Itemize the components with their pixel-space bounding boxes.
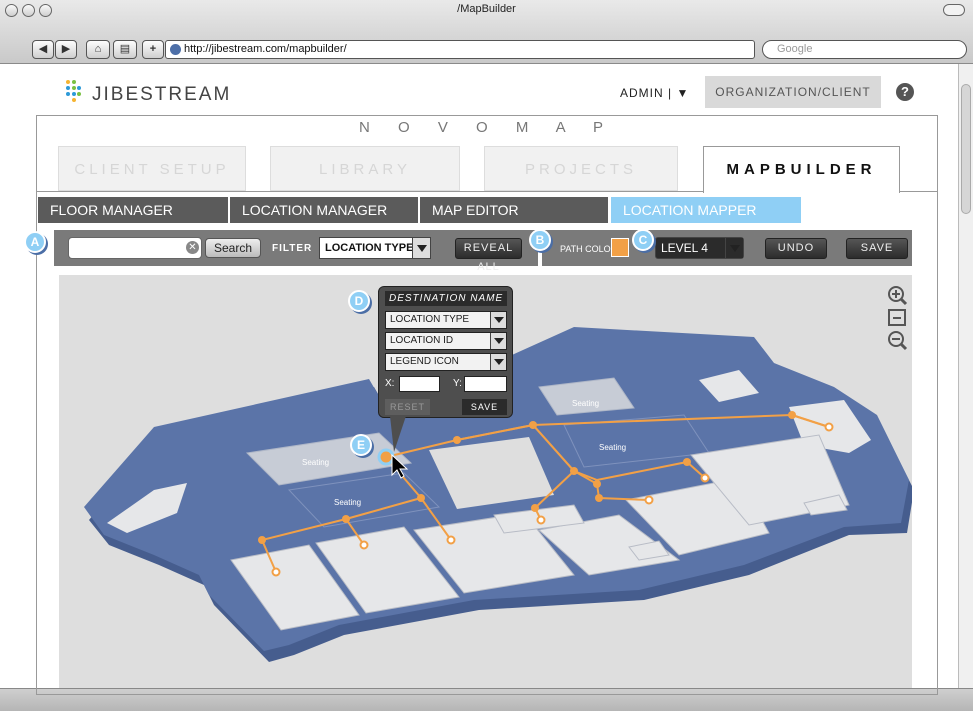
browser-search-field[interactable]: Google	[762, 40, 967, 59]
help-icon[interactable]: ?	[896, 83, 914, 101]
vertical-scrollbar[interactable]	[958, 64, 973, 688]
callout-marker-a: A	[24, 231, 46, 253]
chevron-down-icon	[490, 354, 506, 370]
tab-projects[interactable]: PROJECTS	[484, 146, 678, 191]
home-icon[interactable]: ⌂	[86, 40, 110, 59]
tab-mapbuilder[interactable]: MAPBUILDER	[703, 146, 900, 193]
url-field[interactable]: http://jibestream.com/mapbuilder/	[165, 40, 755, 59]
zoom-controls	[885, 283, 911, 355]
subnav-map-editor[interactable]: MAP EDITOR	[420, 197, 608, 223]
brand-name: JIBESTREAM	[92, 84, 232, 105]
tab-library[interactable]: LIBRARY	[270, 146, 460, 191]
toolbar-toggle-icon[interactable]	[943, 4, 965, 16]
jibestream-logo-icon	[66, 80, 81, 104]
save-button[interactable]: SAVE	[846, 238, 908, 259]
filter-label: FILTER	[272, 243, 313, 254]
print-icon[interactable]: ▤	[113, 40, 137, 59]
reveal-all-button[interactable]: REVEAL ALL	[455, 238, 522, 273]
reset-button[interactable]: RESET	[385, 399, 430, 415]
browser-search-placeholder: Google	[777, 43, 813, 55]
callout-marker-d: D	[348, 290, 370, 312]
location-search-input[interactable]	[68, 237, 202, 259]
callout-marker-e: E	[350, 434, 372, 456]
filter-select[interactable]: LOCATION TYPE	[319, 237, 431, 259]
popup-save-button[interactable]: SAVE	[462, 399, 507, 415]
zoom-out-icon[interactable]	[888, 331, 908, 351]
destination-name-field[interactable]: DESTINATION NAME	[385, 291, 507, 306]
seating-label: Seating	[334, 498, 361, 507]
add-bookmark-icon[interactable]: +	[142, 40, 164, 59]
forward-icon[interactable]: ▶	[55, 40, 77, 59]
seating-label: Seating	[302, 458, 329, 467]
fit-icon[interactable]	[888, 309, 906, 326]
location-type-value: LOCATION TYPE	[390, 314, 470, 325]
chevron-down-icon	[490, 312, 506, 328]
callout-marker-b: B	[529, 229, 551, 251]
globe-icon	[170, 44, 181, 55]
window-title: /MapBuilder	[457, 3, 516, 15]
level-value: LEVEL 4	[661, 241, 708, 255]
tab-client-setup[interactable]: CLIENT SETUP	[58, 146, 246, 191]
back-icon[interactable]: ◀	[32, 40, 54, 59]
filter-value: LOCATION TYPE	[325, 242, 414, 254]
x-label: X:	[385, 378, 395, 389]
clear-search-icon[interactable]: ✕	[186, 241, 199, 254]
url-text: http://jibestream.com/mapbuilder/	[184, 43, 347, 55]
seating-label: Seating	[599, 443, 626, 452]
location-type-select[interactable]: LOCATION TYPE	[385, 311, 507, 329]
scrollbar-thumb[interactable]	[961, 84, 971, 214]
level-select[interactable]: LEVEL 4	[655, 237, 744, 259]
location-id-select[interactable]: LOCATION ID	[385, 332, 507, 350]
chevron-down-icon	[490, 333, 506, 349]
browser-chrome: /MapBuilder ◀ ▶ ⌂ ▤ + http://jibestream.…	[0, 0, 973, 64]
zoom-in-icon[interactable]	[888, 286, 908, 306]
legend-icon-value: LEGEND ICON	[390, 356, 459, 367]
caret-down-icon: ▼	[676, 86, 690, 100]
seating-label: Seating	[572, 399, 599, 408]
undo-button[interactable]: UNDO	[765, 238, 827, 259]
chevron-down-icon	[725, 238, 743, 258]
location-id-value: LOCATION ID	[390, 335, 454, 346]
admin-menu[interactable]: ADMIN | ▼	[620, 86, 689, 100]
chevron-down-icon	[412, 238, 430, 258]
y-label: Y:	[453, 378, 462, 389]
admin-label: ADMIN |	[620, 86, 673, 100]
subnav-floor-manager[interactable]: FLOOR MANAGER	[38, 197, 228, 223]
subnav-location-manager[interactable]: LOCATION MANAGER	[230, 197, 418, 223]
y-coordinate-input[interactable]	[464, 376, 507, 392]
search-button[interactable]: Search	[205, 238, 261, 258]
x-coordinate-input[interactable]	[399, 376, 440, 392]
popup-pointer	[390, 416, 406, 452]
product-title: N O V O M A P	[358, 119, 616, 136]
organization-client-button[interactable]: ORGANIZATION/CLIENT	[705, 76, 881, 108]
subnav-location-mapper[interactable]: LOCATION MAPPER	[611, 197, 801, 223]
destination-popup: DESTINATION NAME LOCATION TYPE LOCATION …	[378, 286, 513, 418]
callout-marker-c: C	[632, 229, 654, 251]
path-colour-swatch[interactable]	[611, 238, 629, 257]
legend-icon-select[interactable]: LEGEND ICON	[385, 353, 507, 371]
